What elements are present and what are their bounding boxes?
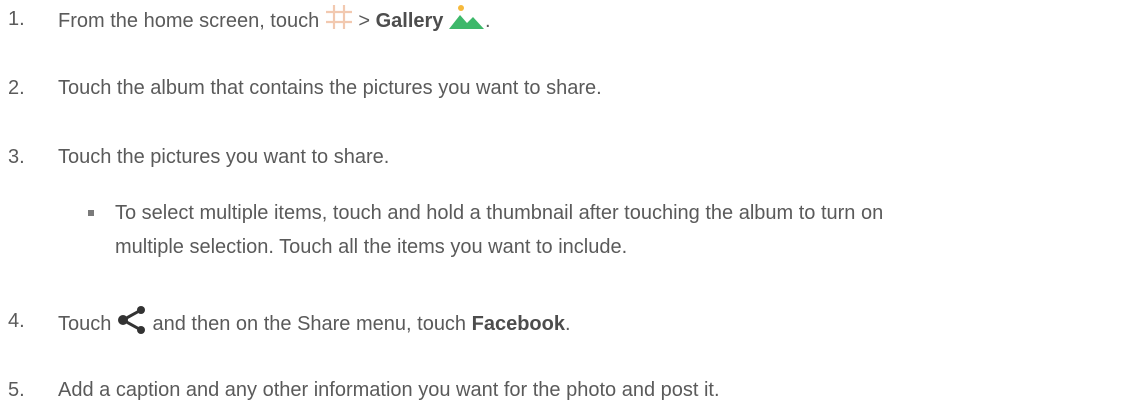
bullet-marker bbox=[88, 210, 94, 216]
step-number: 3. bbox=[8, 146, 25, 168]
period: . bbox=[484, 9, 491, 32]
step-text: Touch and then on the Share menu, touch … bbox=[58, 306, 571, 343]
step-text-part: Touch bbox=[58, 312, 117, 335]
sub-bullet-text-line-1: To select multiple items, touch and hold… bbox=[115, 202, 884, 224]
step-text: Touch the album that contains the pictur… bbox=[58, 77, 602, 99]
step-text: From the home screen, touch > Gallery . bbox=[58, 4, 491, 39]
step-text-part: From the home screen, touch bbox=[58, 9, 325, 32]
share-icon bbox=[117, 306, 147, 343]
step-number: 2. bbox=[8, 77, 25, 99]
greater-than-sign: > bbox=[352, 9, 376, 32]
facebook-label: Facebook bbox=[471, 312, 565, 335]
step-number: 4. bbox=[8, 310, 25, 332]
step-number: 1. bbox=[8, 8, 25, 30]
sub-bullet-text-line-2: multiple selection. Touch all the items … bbox=[115, 236, 628, 258]
period: . bbox=[564, 312, 571, 335]
step-number: 5. bbox=[8, 379, 25, 401]
step-text: Touch the pictures you want to share. bbox=[58, 146, 390, 168]
step-text-part: and then on the Share menu, touch bbox=[146, 312, 472, 335]
step-text: Add a caption and any other information … bbox=[58, 379, 720, 401]
apps-grid-icon bbox=[325, 4, 353, 39]
gallery-label: Gallery bbox=[375, 9, 444, 32]
gallery-icon bbox=[448, 4, 485, 39]
